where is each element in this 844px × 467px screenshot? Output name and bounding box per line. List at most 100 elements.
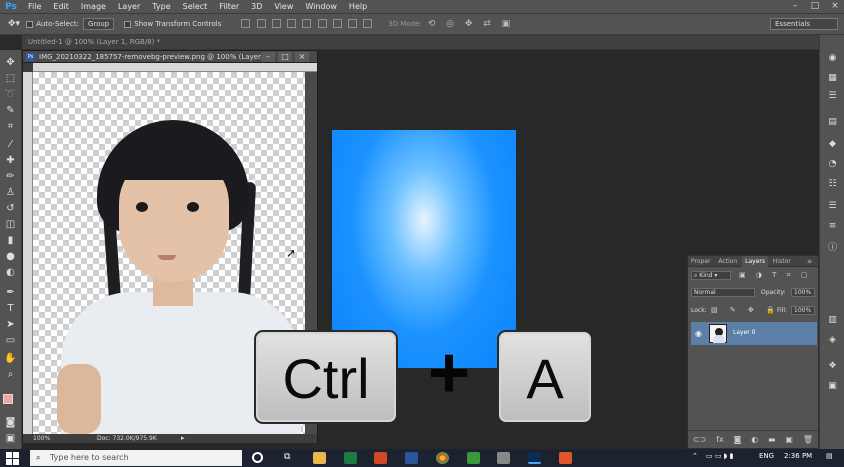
- blur-tool-icon[interactable]: ●: [4, 250, 17, 263]
- app-icon[interactable]: [559, 452, 572, 464]
- new-group-icon[interactable]: ▬: [768, 435, 776, 444]
- new-layer-icon[interactable]: ▣: [785, 435, 793, 444]
- quick-select-tool-icon[interactable]: ✎: [4, 104, 17, 117]
- color-panel-icon[interactable]: ◉: [827, 53, 838, 64]
- link-layers-icon[interactable]: ⊂⊃: [693, 435, 706, 444]
- word-icon[interactable]: [405, 452, 418, 464]
- fx-icon[interactable]: fx: [716, 435, 724, 444]
- styles-panel-icon[interactable]: ▤: [827, 117, 838, 128]
- window-close-button[interactable]: ×: [295, 52, 309, 62]
- cortana-icon[interactable]: [252, 452, 263, 463]
- visibility-eye-icon[interactable]: ◉: [695, 329, 702, 338]
- distribute-icon[interactable]: [363, 18, 373, 28]
- menu-3d[interactable]: 3D: [245, 0, 268, 13]
- swatches-panel-icon[interactable]: ▦: [827, 73, 838, 84]
- status-arrow-icon[interactable]: ▸: [181, 434, 185, 443]
- info-panel-icon[interactable]: ⓘ: [827, 243, 838, 254]
- adjustments-panel-icon[interactable]: ☰: [827, 91, 838, 102]
- file-explorer-icon[interactable]: [313, 452, 326, 464]
- move-tool-icon[interactable]: ✥▾: [8, 19, 20, 29]
- menu-type[interactable]: Type: [146, 0, 176, 13]
- character-panel-icon[interactable]: ☰: [827, 201, 838, 212]
- align-top-icon[interactable]: [241, 18, 251, 28]
- notifications-icon[interactable]: ▤: [826, 452, 833, 460]
- menu-window[interactable]: Window: [299, 0, 343, 13]
- kind-filter-dropdown[interactable]: ⌕ Kind ▾: [691, 271, 731, 280]
- panel-menu-icon[interactable]: ≡: [804, 256, 815, 267]
- gradient-tool-icon[interactable]: ▮: [4, 234, 17, 247]
- history-brush-icon[interactable]: ↺: [4, 202, 17, 215]
- foreground-color-swatch[interactable]: [3, 394, 13, 404]
- menu-help[interactable]: Help: [343, 0, 373, 13]
- path-select-icon[interactable]: ➤: [4, 318, 17, 331]
- excel-icon[interactable]: [344, 452, 357, 464]
- opacity-input[interactable]: 100%: [791, 288, 815, 297]
- crop-tool-icon[interactable]: ⌗: [4, 120, 17, 133]
- chrome-icon[interactable]: [436, 452, 449, 464]
- powerpoint-icon[interactable]: [374, 452, 387, 464]
- zoom-level[interactable]: 100%: [33, 434, 50, 443]
- eyedropper-tool-icon[interactable]: ⁄: [4, 138, 17, 151]
- zoom-tool-icon[interactable]: ⌕: [4, 368, 17, 381]
- screen-mode-icon[interactable]: ▣: [4, 432, 17, 445]
- document-tab[interactable]: Untitled-1 @ 100% (Layer 1, RGB/8) *: [28, 38, 160, 46]
- show-transform-checkbox[interactable]: [124, 20, 132, 28]
- layers-stack-icon[interactable]: ❖: [827, 361, 838, 372]
- lasso-tool-icon[interactable]: ➰: [4, 88, 17, 101]
- minimize-icon[interactable]: –: [786, 0, 804, 13]
- filter-type-icons[interactable]: ▣ ◑ T ⌗ ▢: [739, 271, 811, 280]
- properties-panel-icon[interactable]: ▣: [827, 381, 838, 392]
- move-tool-icon[interactable]: ✥: [4, 56, 17, 69]
- channels-panel-icon[interactable]: ▥: [827, 315, 838, 326]
- eraser-tool-icon[interactable]: ◫: [4, 218, 17, 231]
- menu-select[interactable]: Select: [177, 0, 214, 13]
- 3d-mode-icons[interactable]: ⟲ ◎ ✥ ⇄ ▣: [428, 19, 514, 29]
- photoshop-taskbar-icon[interactable]: [528, 452, 541, 464]
- blend-mode-dropdown[interactable]: Normal: [691, 288, 755, 297]
- clone-source-icon[interactable]: ☷: [827, 179, 838, 190]
- clock-time[interactable]: 2:36 PM: [784, 452, 812, 460]
- menu-view[interactable]: View: [268, 0, 299, 13]
- window-minimize-button[interactable]: –: [261, 52, 275, 62]
- layer-row[interactable]: ◉ Layer 0: [691, 322, 817, 345]
- menu-filter[interactable]: Filter: [213, 0, 245, 13]
- paragraph-panel-icon[interactable]: ≡: [827, 221, 838, 232]
- align-right-icon[interactable]: [317, 18, 327, 28]
- task-view-icon[interactable]: ⧉: [284, 452, 297, 464]
- pen-tool-icon[interactable]: ✒: [4, 286, 17, 299]
- distribute-icon[interactable]: [332, 18, 342, 28]
- marquee-tool-icon[interactable]: ⬚: [4, 72, 17, 85]
- align-bottom-icon[interactable]: [271, 18, 281, 28]
- paths-panel-icon[interactable]: ◈: [827, 335, 838, 346]
- brush-panel-icon[interactable]: ◆: [827, 139, 838, 150]
- align-left-icon[interactable]: [287, 18, 297, 28]
- hand-tool-icon[interactable]: ✋: [4, 352, 17, 365]
- auto-select-checkbox[interactable]: [26, 20, 34, 28]
- align-vcenter-icon[interactable]: [256, 18, 266, 28]
- tab-layers[interactable]: Layers: [742, 256, 768, 267]
- delete-layer-icon[interactable]: 🗑: [803, 435, 813, 444]
- fill-input[interactable]: 100%: [791, 306, 815, 315]
- close-icon[interactable]: ×: [826, 0, 844, 13]
- healing-tool-icon[interactable]: ✚: [4, 154, 17, 167]
- menu-file[interactable]: File: [22, 0, 47, 13]
- tray-up-arrow-icon[interactable]: ⌃: [692, 452, 698, 460]
- align-hcenter-icon[interactable]: [302, 18, 312, 28]
- window-maximize-button[interactable]: □: [278, 52, 292, 62]
- app-icon[interactable]: [497, 452, 510, 464]
- stamp-tool-icon[interactable]: ♙: [4, 186, 17, 199]
- menu-image[interactable]: Image: [75, 0, 112, 13]
- app-icon[interactable]: [467, 452, 480, 464]
- menu-edit[interactable]: Edit: [47, 0, 75, 13]
- tab-properties[interactable]: Proper: [688, 256, 714, 267]
- tab-history[interactable]: Histor: [770, 256, 794, 267]
- tab-actions[interactable]: Action: [715, 256, 740, 267]
- brush-tool-icon[interactable]: ✏: [4, 170, 17, 183]
- windows-start-icon[interactable]: [6, 452, 19, 465]
- dodge-tool-icon[interactable]: ◐: [4, 266, 17, 279]
- tray-icons[interactable]: ▭ ▭ ◗ ▮: [706, 452, 733, 460]
- add-mask-icon[interactable]: ◙: [734, 435, 742, 444]
- menu-layer[interactable]: Layer: [112, 0, 146, 13]
- shape-tool-icon[interactable]: ▭: [4, 334, 17, 347]
- input-language[interactable]: ENG: [759, 452, 774, 460]
